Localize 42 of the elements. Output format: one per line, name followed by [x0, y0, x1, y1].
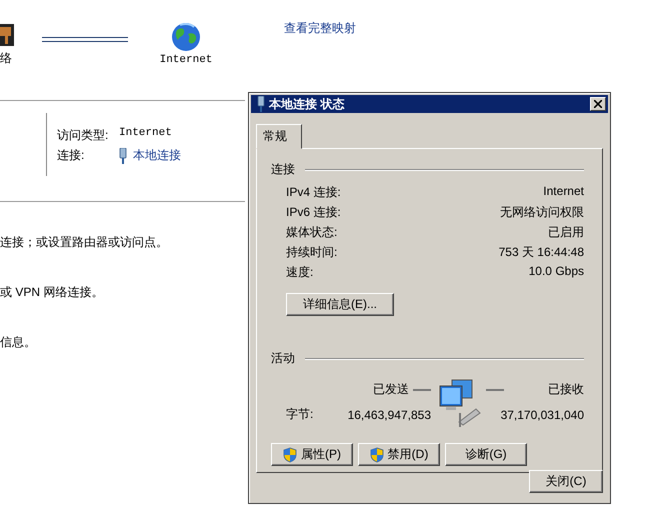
node-label: 络	[0, 50, 12, 67]
field-label: IPv4 连接:	[286, 184, 341, 201]
node-label: Internet	[160, 54, 212, 66]
window-title: 本地连接 状态	[269, 96, 346, 112]
field-label: 持续时间:	[286, 244, 338, 261]
shield-button[interactable]: 禁用(D)	[358, 443, 440, 466]
shield-icon	[370, 446, 384, 462]
field-value: Internet	[542, 184, 584, 200]
access-type-label: 访问类型:	[57, 127, 110, 144]
field-value: 10.0 Gbps	[528, 264, 584, 280]
globe-icon	[171, 22, 201, 52]
close-dialog-button[interactable]: 关闭(C)	[529, 470, 603, 493]
bytes-received: 37,170,031,040	[500, 408, 584, 422]
shield-button[interactable]: 属性(P)	[271, 443, 353, 466]
field-value: 无网络访问权限	[499, 204, 584, 221]
task-description: 信息。	[0, 334, 37, 351]
field-label: IPv6 连接:	[286, 204, 341, 221]
plug-icon	[119, 148, 127, 164]
bytes-sent: 16,463,947,853	[346, 408, 431, 422]
full-map-link[interactable]: 查看完整映射	[284, 20, 356, 37]
connection-label: 连接:	[57, 147, 86, 164]
bench-icon	[0, 22, 14, 48]
sent-label: 已发送	[373, 381, 409, 398]
task-description: 或 VPN 网络连接。	[0, 284, 104, 301]
field-value: 已启用	[547, 224, 584, 241]
connection-link[interactable]: 本地连接	[133, 147, 181, 164]
plug-icon	[257, 96, 265, 112]
tab[interactable]: 常规	[256, 124, 302, 149]
group-title: 连接	[271, 161, 295, 178]
field-label: 速度:	[286, 264, 314, 281]
dialog-button[interactable]: 诊断(G)	[445, 443, 527, 466]
task-description: 连接；或设置路由器或访问点。	[0, 234, 169, 251]
field-label: 媒体状态:	[286, 224, 338, 241]
access-type-value: Internet	[119, 127, 173, 141]
bytes-label: 字节:	[286, 406, 314, 423]
group-title: 活动	[271, 350, 295, 367]
close-icon	[594, 100, 602, 108]
shield-icon	[283, 446, 297, 462]
received-label: 已接收	[548, 381, 584, 398]
close-button[interactable]	[590, 97, 606, 111]
field-value: 753 天 16:44:48	[498, 244, 584, 261]
details-button[interactable]: 详细信息(E)...	[286, 293, 394, 316]
